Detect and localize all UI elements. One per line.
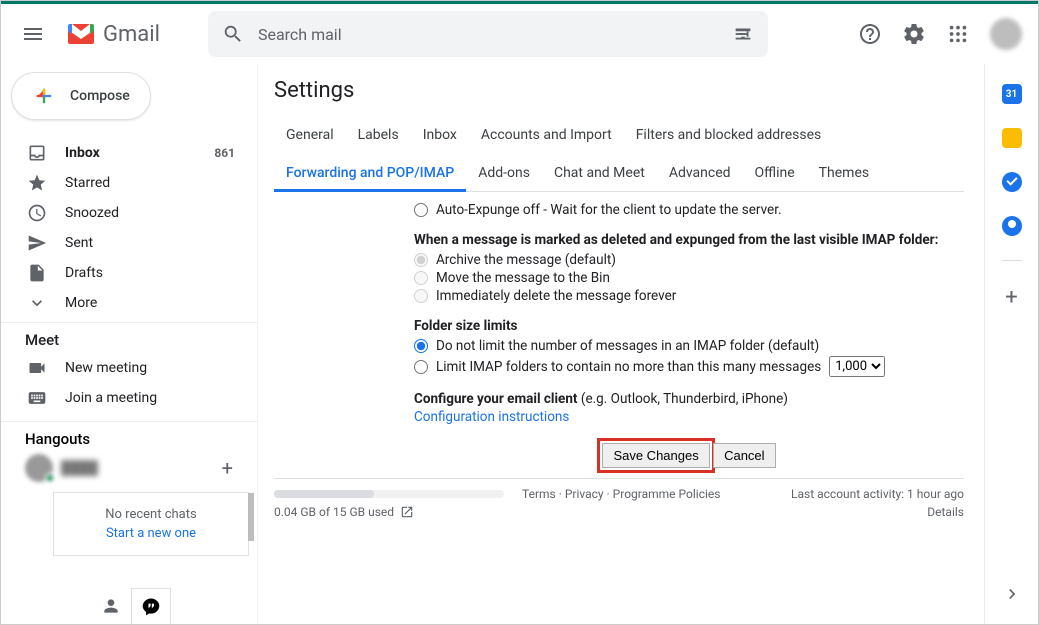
file-icon: [27, 263, 47, 283]
sidebar: Compose Inbox 861 Starred Snoozed Sent: [1, 64, 257, 624]
save-button[interactable]: Save Changes: [602, 443, 709, 468]
hangouts-title: Hangouts: [25, 430, 90, 448]
limit-select[interactable]: 1,000: [829, 356, 885, 377]
storage-usage: 0.04 GB of 15 GB used: [274, 505, 394, 519]
expunge-section-title: When a message is marked as deleted and …: [414, 232, 964, 248]
settings-tabs: General Labels Inbox Accounts and Import…: [274, 113, 964, 192]
sidebar-item-inbox[interactable]: Inbox 861: [1, 138, 257, 168]
tab-accounts[interactable]: Accounts and Import: [469, 119, 624, 151]
compose-button[interactable]: Compose: [11, 72, 151, 120]
tab-inbox[interactable]: Inbox: [411, 119, 469, 151]
opt-auto-expunge-off: Auto-Expunge off - Wait for the client t…: [414, 202, 964, 218]
tab-advanced[interactable]: Advanced: [657, 157, 743, 191]
apps-icon[interactable]: [938, 14, 978, 54]
support-icon[interactable]: [850, 14, 890, 54]
main-menu-button[interactable]: [9, 10, 57, 58]
plus-icon: [30, 82, 58, 110]
cancel-button[interactable]: Cancel: [713, 443, 775, 468]
sidebar-item-drafts[interactable]: Drafts: [1, 258, 257, 288]
search-input[interactable]: [258, 25, 718, 44]
get-addons-icon[interactable]: +: [1005, 285, 1017, 310]
join-meeting[interactable]: Join a meeting: [1, 383, 257, 413]
sidebar-item-more[interactable]: More: [1, 288, 257, 318]
opt-delete: Immediately delete the message forever: [414, 288, 964, 304]
keep-addon-icon[interactable]: [1002, 128, 1022, 148]
settings-icon[interactable]: [894, 14, 934, 54]
horizontal-scrollbar[interactable]: [274, 490, 504, 498]
header: Gmail: [1, 4, 1038, 64]
config-instructions-link[interactable]: Configuration instructions: [414, 409, 964, 425]
hide-panel-icon[interactable]: [1002, 584, 1022, 604]
new-meeting[interactable]: New meeting: [1, 353, 257, 383]
gmail-icon: [65, 22, 97, 46]
external-link-icon[interactable]: [400, 505, 414, 519]
folder-section-title: Folder size limits: [414, 318, 964, 334]
sidebar-item-starred[interactable]: Starred: [1, 168, 257, 198]
clock-icon: [27, 203, 47, 223]
chevron-down-icon: [27, 293, 47, 313]
gmail-logo[interactable]: Gmail: [65, 22, 160, 47]
opt-no-limit: Do not limit the number of messages in a…: [414, 338, 964, 354]
app-name: Gmail: [103, 22, 160, 47]
inbox-icon: [27, 143, 47, 163]
opt-archive: Archive the message (default): [414, 252, 964, 268]
side-panel: 31 +: [984, 64, 1038, 624]
send-icon: [27, 233, 47, 253]
footer: Terms · Privacy · Programme Policies Las…: [274, 478, 964, 519]
search-bar[interactable]: [208, 11, 768, 57]
hangouts-user[interactable]: ████ +: [1, 448, 257, 482]
sidebar-item-snoozed[interactable]: Snoozed: [1, 198, 257, 228]
account-avatar[interactable]: [990, 18, 1022, 50]
contacts-addon-icon[interactable]: [1002, 216, 1022, 236]
details-link[interactable]: Details: [927, 505, 964, 519]
opt-limit: Limit IMAP folders to contain no more th…: [414, 356, 964, 377]
page-title: Settings: [274, 78, 964, 103]
star-icon: [27, 173, 47, 193]
tab-chat[interactable]: Chat and Meet: [542, 157, 657, 191]
search-options-icon[interactable]: [732, 23, 754, 45]
start-new-chat[interactable]: Start a new one: [64, 526, 238, 541]
search-icon: [222, 23, 244, 45]
contact-tab-icon[interactable]: [91, 588, 131, 624]
tab-labels[interactable]: Labels: [346, 119, 411, 151]
config-title: Configure your email client: [414, 391, 577, 407]
meet-section-title: Meet: [1, 322, 257, 353]
hangouts-tab-icon[interactable]: [131, 588, 171, 624]
tasks-addon-icon[interactable]: [1002, 172, 1022, 192]
tab-themes[interactable]: Themes: [807, 157, 881, 191]
tab-general[interactable]: General: [274, 119, 346, 151]
keyboard-icon: [27, 388, 47, 408]
opt-bin: Move the message to the Bin: [414, 270, 964, 286]
last-activity: Last account activity: 1 hour ago: [791, 487, 964, 501]
tab-addons[interactable]: Add-ons: [466, 157, 542, 191]
sidebar-item-sent[interactable]: Sent: [1, 228, 257, 258]
footer-links[interactable]: Terms · Privacy · Programme Policies: [522, 487, 720, 501]
tab-offline[interactable]: Offline: [743, 157, 807, 191]
main-content: Settings General Labels Inbox Accounts a…: [257, 64, 984, 624]
new-chat-icon[interactable]: +: [222, 456, 233, 480]
chat-empty-state: No recent chats Start a new one: [53, 492, 249, 556]
calendar-addon-icon[interactable]: 31: [1002, 84, 1022, 104]
tab-forwarding[interactable]: Forwarding and POP/IMAP: [274, 157, 466, 192]
tab-filters[interactable]: Filters and blocked addresses: [624, 119, 834, 151]
video-icon: [27, 358, 47, 378]
